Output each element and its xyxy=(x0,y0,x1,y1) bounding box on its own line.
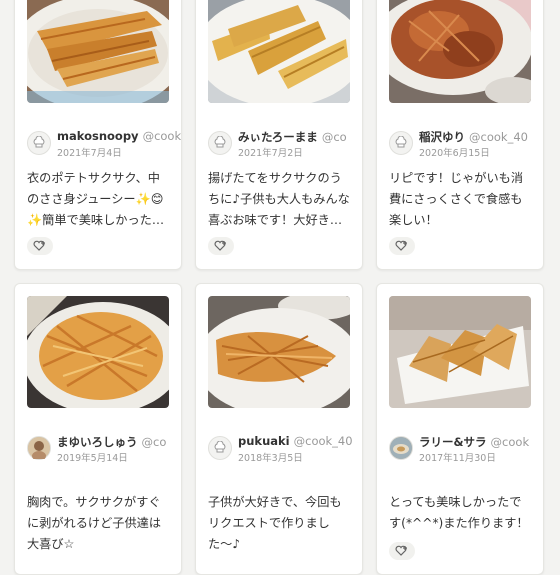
tsukurepo-comment: 衣のポテトサクサク、中のささ身ジューシー✨😊✨簡単で美味しかった… xyxy=(27,171,165,227)
tsukurepo-card[interactable]: pukuaki @cook_40 2018年3月5日 子供が大好きで、今回もリク… xyxy=(195,283,363,575)
tsukurepo-card[interactable]: ラリー&サラ @cook 2017年11月30日 とっても美味しかったです(*^… xyxy=(376,283,544,575)
chef-hat-icon[interactable] xyxy=(208,131,232,155)
tsukurepo-card[interactable]: みぃたろーまま @co 2021年7月2日 揚げたてをサクサクのうちに♪子供も大… xyxy=(195,0,363,270)
post-date: 2017年11月30日 xyxy=(419,453,496,464)
username[interactable]: まゆいろしゅう @co xyxy=(57,434,181,450)
author-info: みぃたろーまま @co 2021年7月2日 xyxy=(208,129,358,161)
author-info: makosnoopy @cook_ 2021年7月4日 xyxy=(27,129,181,161)
dish-photo[interactable] xyxy=(27,296,169,408)
dish-photo[interactable] xyxy=(27,0,169,103)
tsukurepo-card[interactable]: まゆいろしゅう @co 2019年5月14日 胸肉で。サクサクがすぐに剥がれるけ… xyxy=(14,283,182,575)
tsukurepo-comment: リピです！じゃがいも消費にさっくさくで食感も楽しい！ xyxy=(389,171,524,227)
tsukurepo-comment: とっても美味しかったです(*^^*)また作ります！ xyxy=(389,495,529,530)
tsukurepo-card[interactable]: makosnoopy @cook_ 2021年7月4日 衣のポテトサクサク、中の… xyxy=(14,0,182,270)
chef-hat-icon[interactable] xyxy=(27,131,51,155)
tsukurepo-card[interactable]: 稲沢ゆり @cook_40 2020年6月15日 リピです！じゃがいも消費にさっ… xyxy=(376,0,544,270)
username[interactable]: 稲沢ゆり @cook_40 xyxy=(419,129,543,145)
heart-plus-icon[interactable] xyxy=(389,237,415,255)
tsukurepo-comment: 胸肉で。サクサクがすぐに剥がれるけど子供達は大喜び☆ xyxy=(27,495,162,551)
chef-hat-icon[interactable] xyxy=(389,131,413,155)
username[interactable]: ラリー&サラ @cook xyxy=(419,434,543,450)
author-info: まゆいろしゅう @co 2019年5月14日 xyxy=(27,434,177,466)
heart-plus-icon[interactable] xyxy=(389,542,415,560)
dish-photo[interactable] xyxy=(389,0,531,103)
post-date: 2019年5月14日 xyxy=(57,453,128,464)
tsukurepo-comment: 子供が大好きで、今回もリクエストで作りました〜♪ xyxy=(208,495,342,551)
heart-plus-icon[interactable] xyxy=(208,237,234,255)
post-date: 2021年7月2日 xyxy=(238,148,303,159)
heart-plus-icon[interactable] xyxy=(27,237,53,255)
tsukurepo-comment: 揚げたてをサクサクのうちに♪子供も大人もみんな喜ぶお味です！大好き… xyxy=(208,171,350,227)
dish-photo[interactable] xyxy=(208,296,350,408)
author-info: pukuaki @cook_40 2018年3月5日 xyxy=(208,434,358,466)
author-info: ラリー&サラ @cook 2017年11月30日 xyxy=(389,434,539,466)
post-date: 2020年6月15日 xyxy=(419,148,490,159)
author-info: 稲沢ゆり @cook_40 2020年6月15日 xyxy=(389,129,539,161)
post-date: 2018年3月5日 xyxy=(238,453,303,464)
username[interactable]: makosnoopy @cook_ xyxy=(57,129,181,143)
post-date: 2021年7月4日 xyxy=(57,148,122,159)
username[interactable]: pukuaki @cook_40 xyxy=(238,434,362,448)
dish-photo[interactable] xyxy=(208,0,350,103)
username[interactable]: みぃたろーまま @co xyxy=(238,129,362,145)
user-avatar[interactable] xyxy=(389,436,413,460)
chef-hat-icon[interactable] xyxy=(208,436,232,460)
dish-photo[interactable] xyxy=(389,296,531,408)
user-avatar[interactable] xyxy=(27,436,51,460)
